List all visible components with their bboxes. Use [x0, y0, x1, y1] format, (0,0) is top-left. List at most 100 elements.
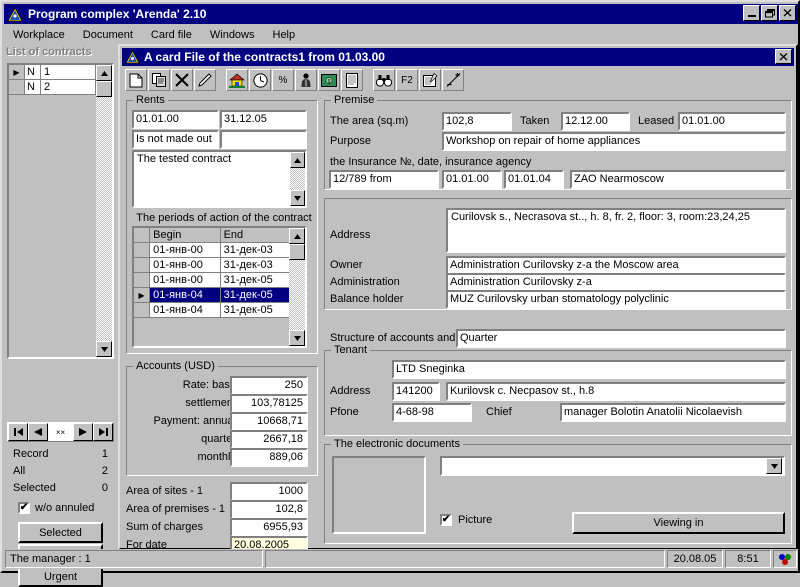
- contracts-list-scrollbar[interactable]: [96, 65, 112, 357]
- tenant-name-field[interactable]: LTD Sneginka: [392, 360, 786, 379]
- chevron-down-icon[interactable]: [766, 458, 782, 474]
- balance-holder-field[interactable]: MUZ Curilovsky urban stomatology polycli…: [446, 290, 786, 309]
- scroll-down-icon[interactable]: [290, 190, 305, 206]
- area-of-sites-field[interactable]: 1000: [230, 482, 308, 501]
- area-of-premises-field[interactable]: 102,8: [230, 500, 308, 519]
- nav-first-button[interactable]: [8, 423, 28, 441]
- tenant-postal-index-field[interactable]: 141200: [392, 382, 440, 401]
- minimize-button[interactable]: [743, 5, 760, 21]
- scroll-up-icon[interactable]: [290, 152, 305, 168]
- house-icon[interactable]: [226, 69, 248, 91]
- picture-checkbox[interactable]: ✔ Picture: [440, 514, 492, 526]
- scrollbar-thumb[interactable]: [96, 81, 112, 97]
- copy-icon[interactable]: [148, 69, 170, 91]
- menu-item-windows[interactable]: Windows: [201, 27, 264, 43]
- insurance-date2-field[interactable]: 01.01.04: [504, 170, 564, 189]
- close-button[interactable]: [779, 5, 796, 21]
- nav-next-button[interactable]: [73, 423, 93, 441]
- purpose-field[interactable]: Workshop on repair of home appliances: [442, 132, 786, 151]
- rent-date-to-field[interactable]: 31.12.05: [220, 110, 307, 129]
- scroll-down-icon[interactable]: [289, 330, 305, 346]
- chief-field[interactable]: manager Bolotin Anatolii Nicolaevish: [560, 403, 786, 422]
- menu-item-workplace[interactable]: Workplace: [4, 27, 74, 43]
- scrollbar-thumb[interactable]: [289, 244, 305, 260]
- nav-position-field[interactable]: ××: [48, 423, 73, 441]
- app-tray-icon[interactable]: [773, 550, 797, 568]
- column-header-begin[interactable]: Begin: [150, 228, 221, 243]
- table-row[interactable]: 01-янв-00 31-дек-03: [134, 258, 291, 273]
- menu-item-card-file[interactable]: Card file: [142, 27, 201, 43]
- rent-status-field[interactable]: Is not made out: [132, 130, 219, 149]
- payment-quarter-field[interactable]: 2667,18: [230, 430, 308, 449]
- column-header-end[interactable]: End: [220, 228, 291, 243]
- money-icon[interactable]: $: [318, 69, 340, 91]
- plus-minus-icon[interactable]: [442, 69, 464, 91]
- payment-annual-field[interactable]: 10668,71: [230, 412, 308, 431]
- person-icon[interactable]: [295, 69, 317, 91]
- table-row-selected[interactable]: ▶ 01-янв-04 31-дек-05: [134, 288, 291, 303]
- taken-field[interactable]: 12.12.00: [561, 112, 630, 131]
- menu-item-document[interactable]: Document: [74, 27, 142, 43]
- memo-scrollbar[interactable]: [290, 152, 305, 206]
- scrollbar-track[interactable]: [290, 168, 305, 190]
- scrollbar-track[interactable]: [96, 81, 112, 341]
- clock-icon[interactable]: [249, 69, 271, 91]
- checkbox-box[interactable]: ✔: [440, 514, 452, 526]
- rent-date-from-field[interactable]: 01.01.00: [132, 110, 219, 129]
- stat-row-selected: Selected 0: [7, 480, 114, 497]
- scroll-down-icon[interactable]: [96, 341, 112, 357]
- nav-prev-button[interactable]: [28, 423, 48, 441]
- contracts-list[interactable]: ▶ N 1 N 2: [7, 63, 114, 359]
- selected-button[interactable]: Selected: [18, 522, 103, 543]
- find-binoculars-icon[interactable]: [373, 69, 395, 91]
- rent-status-extra-field[interactable]: [220, 130, 307, 149]
- insurance-number-field[interactable]: 12/789 from: [329, 170, 439, 189]
- scroll-up-icon[interactable]: [96, 65, 112, 81]
- checkbox-box[interactable]: ✔: [18, 502, 30, 514]
- document-icon[interactable]: [341, 69, 363, 91]
- edit-pencil-icon[interactable]: [194, 69, 216, 91]
- scroll-up-icon[interactable]: [289, 228, 305, 244]
- table-row[interactable]: 01-янв-04 31-дек-05: [134, 303, 291, 318]
- settlement-field[interactable]: 103,78125: [230, 394, 308, 413]
- area-field[interactable]: 102,8: [442, 112, 512, 131]
- table-row[interactable]: ▶ N 1: [9, 65, 96, 80]
- structure-field[interactable]: Quarter: [456, 329, 786, 348]
- nav-last-button[interactable]: [93, 423, 113, 441]
- card-window-close-icon[interactable]: [775, 49, 792, 64]
- row-marker: [9, 80, 25, 95]
- urgent-button[interactable]: Urgent: [18, 566, 103, 587]
- viewing-in-button[interactable]: Viewing in: [572, 512, 785, 534]
- new-document-icon[interactable]: [125, 69, 147, 91]
- restore-button[interactable]: [761, 5, 778, 21]
- delete-icon[interactable]: [171, 69, 193, 91]
- table-row[interactable]: 01-янв-00 31-дек-05: [134, 273, 291, 288]
- payment-monthly-field[interactable]: 889,06: [230, 448, 308, 467]
- address-memo[interactable]: Curilovsk s., Necrasova st.., h. 8, fr. …: [446, 208, 786, 253]
- rent-note-memo[interactable]: The tested contract: [132, 150, 307, 208]
- f2-icon[interactable]: F2: [396, 69, 418, 91]
- table-row[interactable]: N 2: [9, 80, 96, 95]
- card-file-window: A card File of the contracts1 from 01.03…: [118, 44, 798, 555]
- rate-base-field[interactable]: 250: [230, 376, 308, 395]
- periods-scrollbar[interactable]: [289, 228, 305, 346]
- leased-field[interactable]: 01.01.00: [678, 112, 786, 131]
- settlement-label: settlement: [185, 397, 236, 409]
- insurance-agency-field[interactable]: ZAO Nearmoscow: [570, 170, 786, 189]
- menu-item-help[interactable]: Help: [264, 27, 305, 43]
- table-row[interactable]: 01-янв-00 31-дек-03: [134, 243, 291, 258]
- cell-end: 31-дек-05: [220, 303, 291, 318]
- insurance-date1-field[interactable]: 01.01.00: [442, 170, 502, 189]
- percent-icon[interactable]: %: [272, 69, 294, 91]
- without-annuled-checkbox[interactable]: ✔ w/o annuled: [18, 502, 94, 514]
- card-edit-icon[interactable]: [419, 69, 441, 91]
- picture-label: Picture: [458, 514, 493, 526]
- tenant-phone-field[interactable]: 4-68-98: [392, 403, 472, 422]
- tenant-address-field[interactable]: Kurilovsk c. Necpasov st., h.8: [446, 382, 786, 401]
- document-preview-pane[interactable]: [332, 456, 426, 534]
- stat-row-record: Record 1: [7, 446, 114, 463]
- sum-of-charges-field[interactable]: 6955,93: [230, 518, 308, 537]
- edocs-combo[interactable]: [440, 456, 785, 476]
- window-controls: [743, 5, 796, 21]
- periods-table[interactable]: Begin End 01-янв-00 31-дек-03 01-янв-00 …: [132, 226, 307, 348]
